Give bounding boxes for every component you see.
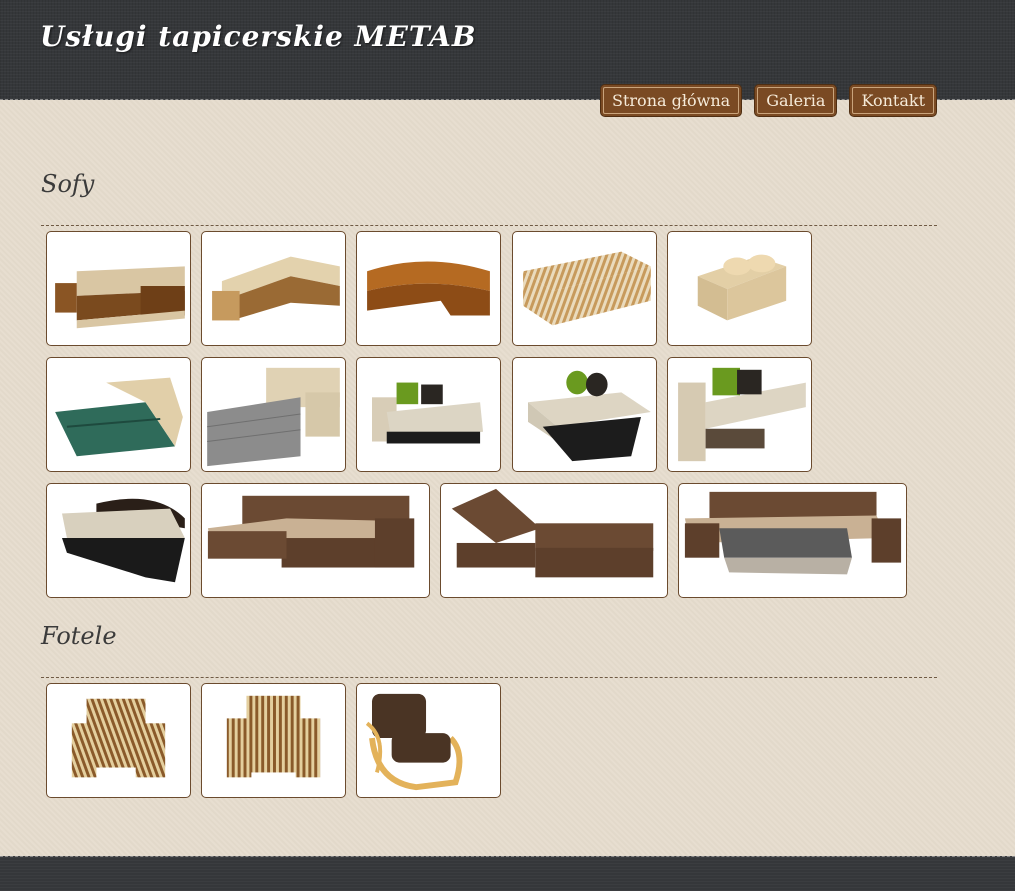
corner-sofa-icon [207,495,415,568]
gallery-thumb-sofy-3[interactable] [356,231,501,346]
sofa-bed-icon [55,377,183,457]
main-nav: Strona główna Galeria Kontakt [600,84,937,117]
corner-sofa-icon [367,261,490,316]
footer [0,856,1015,891]
header: Usługi tapicerskie METAB Strona główna G… [0,0,1015,117]
corner-sofa-bed-icon [684,491,902,575]
section-title-fotele: Fotele [41,622,117,650]
site-title: Usługi tapicerskie METAB [40,20,477,53]
gallery-thumb-sofy-2[interactable] [201,231,346,346]
gallery-thumb-sofy-8[interactable] [356,357,501,472]
gallery-thumb-sofy-7[interactable] [201,357,346,472]
gallery-thumb-fotele-2[interactable] [201,683,346,798]
gallery-thumb-sofy-14[interactable] [678,483,907,598]
gallery-thumb-sofy-5[interactable] [667,231,812,346]
sofa-bed-icon [62,498,185,583]
gallery-thumb-fotele-1[interactable] [46,683,191,798]
gallery-thumb-sofy-10[interactable] [667,357,812,472]
striped-sofa-icon [523,251,651,326]
section-divider [41,677,937,678]
gallery-thumb-sofy-6[interactable] [46,357,191,472]
armchair-icon [365,693,463,791]
corner-sofa-bed-icon [451,488,654,578]
sofa-icon [528,370,651,462]
gallery-thumb-sofy-9[interactable] [512,357,657,472]
armchair-icon [226,695,321,778]
gallery-thumb-sofy-1[interactable] [46,231,191,346]
sofa-icon [372,382,484,444]
corner-sofa-icon [55,266,185,329]
sofa-bed-icon [678,367,806,462]
nav-home-button[interactable]: Strona główna [600,84,743,117]
nav-gallery-button[interactable]: Galeria [754,84,838,117]
gallery-thumb-sofy-13[interactable] [440,483,668,598]
sofa-bed-icon [207,367,340,467]
sofa-icon [697,254,787,321]
gallery-thumb-sofy-12[interactable] [201,483,430,598]
gallery-thumb-sofy-11[interactable] [46,483,191,598]
armchair-icon [71,698,166,778]
corner-sofa-icon [212,256,340,321]
nav-contact-button[interactable]: Kontakt [849,84,937,117]
gallery-thumb-sofy-4[interactable] [512,231,657,346]
section-title-sofy: Sofy [41,170,95,198]
gallery-thumb-fotele-3[interactable] [356,683,501,798]
section-divider [41,225,937,226]
